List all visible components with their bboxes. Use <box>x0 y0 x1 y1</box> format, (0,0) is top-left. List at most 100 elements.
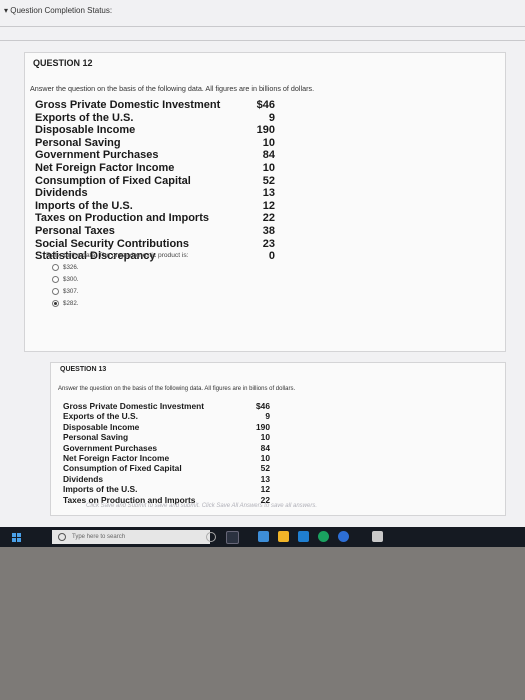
row-value: 10 <box>262 136 275 149</box>
row-label: Imports of the U.S. <box>35 199 133 212</box>
row-label: Taxes on Production and Imports <box>35 212 209 225</box>
row-value: 0 <box>268 250 275 263</box>
table-row: Net Foreign Factor Income 10 <box>35 162 275 175</box>
edge-icon[interactable] <box>258 531 269 542</box>
row-value: 9 <box>265 411 270 422</box>
row-label: Consumption of Fixed Capital <box>63 463 182 474</box>
row-value: 52 <box>260 463 270 474</box>
search-placeholder: Type here to search <box>72 534 126 540</box>
task-view-icon[interactable] <box>226 531 239 544</box>
row-label: Personal Taxes <box>35 224 115 237</box>
row-value: 84 <box>262 149 275 162</box>
row-label: Social Security Contributions <box>35 237 190 250</box>
divider <box>0 26 525 27</box>
table-row: Social Security Contributions 23 <box>35 238 275 251</box>
table-row: Personal Saving 10 <box>63 432 270 442</box>
table-row: Net Foreign Factor Income 10 <box>63 453 270 463</box>
row-label: Net Foreign Factor Income <box>63 453 170 464</box>
mic-icon[interactable] <box>206 532 216 542</box>
row-label: Consumption of Fixed Capital <box>35 174 191 187</box>
question-12-prompt: Refer to the data. The gross domestic pr… <box>46 252 189 259</box>
table-row: Consumption of Fixed Capital 52 <box>63 463 270 473</box>
radio-button[interactable] <box>52 276 59 283</box>
option-label: $282. <box>63 300 79 307</box>
row-value: $46 <box>256 99 275 111</box>
row-value: 38 <box>262 224 275 237</box>
taskbar-search-input[interactable]: Type here to search <box>52 530 210 544</box>
divider <box>0 40 525 41</box>
question-12-data-table: Gross Private Domestic Investment $46 Expo… <box>35 99 275 263</box>
row-value: $46 <box>256 401 270 411</box>
radio-button[interactable] <box>52 300 59 307</box>
radio-button[interactable] <box>52 288 59 295</box>
search-icon <box>58 533 66 541</box>
option-label: $300. <box>63 276 79 283</box>
row-label: Personal Saving <box>35 136 121 149</box>
question-13-title: QUESTION 13 <box>60 366 107 373</box>
row-value: 10 <box>262 161 275 174</box>
chrome-icon[interactable] <box>318 531 329 542</box>
row-label: Exports of the U.S. <box>35 111 134 124</box>
table-row: Personal Saving 10 <box>35 137 275 150</box>
answer-option[interactable]: $307. <box>52 288 78 295</box>
option-label: $326. <box>63 264 79 271</box>
row-label: Gross Private Domestic Investment <box>63 401 205 411</box>
row-label: Net Foreign Factor Income <box>35 161 175 174</box>
table-row: Government Purchases 84 <box>35 149 275 162</box>
option-label: $307. <box>63 288 79 295</box>
question-completion-status[interactable]: ▾ Question Completion Status: <box>4 6 112 15</box>
file-explorer-icon[interactable] <box>278 531 289 542</box>
row-value: 12 <box>262 199 275 212</box>
row-value: 84 <box>260 442 270 453</box>
expand-arrow-icon: ▾ <box>4 6 9 15</box>
table-row: Imports of the U.S. 12 <box>63 484 270 494</box>
question-12-intro: Answer the question on the basis of the … <box>30 84 315 93</box>
table-row: Dividends 13 <box>63 474 270 484</box>
answer-option[interactable]: $300. <box>52 276 78 283</box>
table-row: Taxes on Production and Imports 22 <box>35 212 275 225</box>
browser-screen: ▾ Question Completion Status: QUESTION 1… <box>0 0 525 545</box>
row-label: Disposable Income <box>35 124 136 137</box>
row-label: Dividends <box>35 187 88 200</box>
table-row: Consumption of Fixed Capital 52 <box>35 175 275 188</box>
row-label: Disposable Income <box>63 421 140 432</box>
row-value: 23 <box>262 237 275 250</box>
answer-option[interactable]: $282. <box>52 300 78 307</box>
windows-start-icon[interactable] <box>12 533 21 542</box>
save-submit-note: Click Save and Submit to save and submit… <box>86 503 317 509</box>
table-row: Gross Private Domestic Investment $46 <box>35 99 275 112</box>
radio-button[interactable] <box>52 264 59 271</box>
table-row: Gross Private Domestic Investment $46 <box>63 401 270 411</box>
row-value: 9 <box>268 111 275 124</box>
status-label: Question Completion Status: <box>10 6 113 15</box>
question-12-title: QUESTION 12 <box>33 58 93 68</box>
row-value: 190 <box>256 124 275 137</box>
table-row: Imports of the U.S. 12 <box>35 200 275 213</box>
row-label: Gross Private Domestic Investment <box>35 99 221 111</box>
question-13-data-table: Gross Private Domestic Investment $46 Expo… <box>63 401 270 505</box>
row-label: Government Purchases <box>63 442 158 453</box>
row-value: 10 <box>260 453 270 464</box>
table-row: Dividends 13 <box>35 187 275 200</box>
windows-taskbar: Type here to search <box>0 527 525 547</box>
table-row: Disposable Income 190 <box>35 124 275 137</box>
row-value: 52 <box>262 174 275 187</box>
table-row: Disposable Income 190 <box>63 422 270 432</box>
question-13-intro: Answer the question on the basis of the … <box>58 386 296 392</box>
row-value: 190 <box>256 421 270 432</box>
row-value: 12 <box>260 484 270 495</box>
table-row: Exports of the U.S. 9 <box>63 411 270 421</box>
row-label: Personal Saving <box>63 432 129 443</box>
row-value: 13 <box>260 473 270 484</box>
row-value: 13 <box>262 187 275 200</box>
table-row: Government Purchases 84 <box>63 443 270 453</box>
row-label: Government Purchases <box>35 149 159 162</box>
calculator-icon[interactable] <box>372 531 383 542</box>
table-row: Exports of the U.S. 9 <box>35 112 275 125</box>
row-label: Dividends <box>63 473 104 484</box>
row-value: 22 <box>262 212 275 225</box>
answer-option[interactable]: $326. <box>52 264 78 271</box>
app-icon[interactable] <box>338 531 349 542</box>
store-icon[interactable] <box>298 531 309 542</box>
row-label: Imports of the U.S. <box>63 484 138 495</box>
